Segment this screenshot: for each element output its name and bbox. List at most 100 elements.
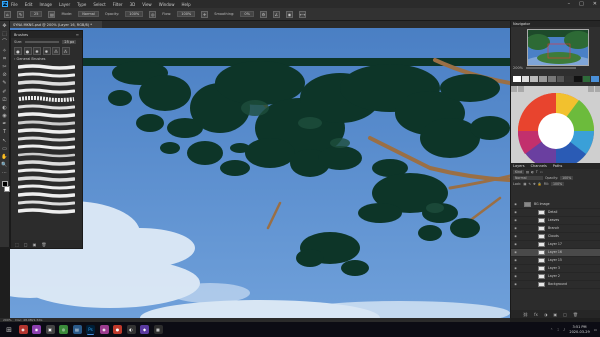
filter-pixel-icon[interactable]: ▨ <box>526 170 529 174</box>
gradient-tool-icon[interactable]: ◉ <box>1 113 8 119</box>
brush-stroke-item[interactable] <box>17 72 76 78</box>
brush-stroke-item[interactable] <box>17 144 76 150</box>
document-tab[interactable]: SYNA MKNS.psd @ 200% (Layer 16, RGB/8) * <box>10 21 102 28</box>
opacity-input[interactable]: 100% <box>125 11 144 17</box>
brush-preset-4-icon[interactable]: ✺ <box>42 47 51 55</box>
layer-row[interactable]: ◉ Layer 16 <box>511 249 600 257</box>
slice-tool-icon[interactable]: ✂ <box>1 64 8 70</box>
layer-row[interactable]: ◉ Layer 17 <box>511 241 600 249</box>
layer-row[interactable]: ◉ Detail <box>511 209 600 217</box>
layer-filter-kind[interactable]: Kind <box>513 169 525 175</box>
close-icon[interactable]: ✕ <box>593 1 597 7</box>
type-tool-icon[interactable]: T <box>1 129 8 135</box>
network-icon[interactable]: ⌶ <box>557 328 559 332</box>
brush-preset-6-icon[interactable]: ⁂ <box>61 47 70 55</box>
new-brush-icon[interactable]: ▣ <box>33 242 37 247</box>
airbrush-icon[interactable]: ✈ <box>201 10 209 18</box>
visibility-eye-icon[interactable]: ◉ <box>513 250 518 254</box>
rectangle-tool-icon[interactable]: ▭ <box>1 146 8 152</box>
smoothing-settings-icon[interactable]: ⚙ <box>259 10 267 18</box>
menu-layer[interactable]: Layer <box>59 2 70 7</box>
taskbar-app-icon[interactable]: ▦ <box>153 325 163 334</box>
brush-stroke-item[interactable] <box>17 200 76 206</box>
blend-mode-select[interactable]: Normal <box>513 175 543 181</box>
brush-size-slider[interactable] <box>25 41 60 43</box>
taskbar-app-icon[interactable]: ◉ <box>99 325 109 334</box>
menu-file[interactable]: File <box>11 2 18 7</box>
new-group-icon[interactable]: ▣ <box>553 312 557 317</box>
visibility-eye-icon[interactable]: ◉ <box>513 282 518 286</box>
windows-start-icon[interactable]: ⊞ <box>4 325 14 335</box>
file-explorer-icon[interactable]: ▤ <box>72 325 82 334</box>
menu-type[interactable]: Type <box>77 2 86 7</box>
brush-preset-1-icon[interactable]: ● <box>14 47 22 55</box>
brush-preset-3-icon[interactable]: ✺ <box>33 47 41 55</box>
brush-stroke-item[interactable] <box>17 120 76 126</box>
visibility-eye-icon[interactable]: ◉ <box>513 202 518 206</box>
marquee-tool-icon[interactable]: ⬚ <box>1 31 8 37</box>
brush-stroke-item[interactable] <box>17 168 76 174</box>
mode-select[interactable]: Normal <box>78 11 99 17</box>
brush-tool-icon[interactable]: ✎ <box>17 10 24 18</box>
visibility-eye-icon[interactable]: ◉ <box>513 274 518 278</box>
delete-brush-icon[interactable]: 🗑 <box>41 242 46 247</box>
panel-menu-icon[interactable]: ≡ <box>76 32 79 37</box>
symmetry-icon[interactable]: ⟷ <box>298 10 306 18</box>
lasso-tool-icon[interactable]: ⌒ <box>1 39 8 45</box>
healing-tool-icon[interactable]: ⊘ <box>1 72 8 78</box>
brush-stroke-item[interactable] <box>17 88 76 94</box>
navigator-tab[interactable]: Navigator <box>511 21 600 27</box>
quick-select-tool-icon[interactable]: ✧ <box>1 48 8 54</box>
brush-stroke-item[interactable] <box>17 208 76 214</box>
maximize-icon[interactable]: □ <box>579 1 584 7</box>
angle-icon[interactable]: ∠ <box>272 10 280 18</box>
delete-layer-icon[interactable]: 🗑 <box>573 312 578 317</box>
brush-stroke-item[interactable] <box>17 128 76 134</box>
crop-tool-icon[interactable]: ⌗ <box>1 56 8 62</box>
menu-select[interactable]: Select <box>93 2 105 7</box>
brush-stroke-item[interactable] <box>17 136 76 142</box>
taskbar-app-icon[interactable]: ● <box>113 325 122 334</box>
new-group-icon[interactable]: □ <box>24 242 28 247</box>
brush-settings-icon[interactable]: ▤ <box>48 10 56 18</box>
adjustment-layer-icon[interactable]: ◑ <box>544 312 548 317</box>
swatches-strip[interactable] <box>513 76 600 84</box>
eraser-tool-icon[interactable]: ◐ <box>1 105 8 111</box>
menu-edit[interactable]: Edit <box>25 2 33 7</box>
link-layers-icon[interactable]: ⛓ <box>523 312 528 317</box>
taskbar-app-icon[interactable]: ◉ <box>18 325 28 334</box>
brush-stroke-item[interactable] <box>17 152 76 158</box>
navigator-preview[interactable] <box>527 29 589 66</box>
filter-shape-icon[interactable]: ▭ <box>540 170 543 174</box>
layer-opacity-input[interactable]: 100% <box>560 175 574 181</box>
visibility-eye-icon[interactable]: ◉ <box>513 226 518 230</box>
filter-type-icon[interactable]: T <box>536 170 538 174</box>
menu-view[interactable]: View <box>142 2 152 7</box>
steam-icon[interactable]: ◐ <box>126 325 136 334</box>
smoothing-input[interactable]: 0% <box>240 11 254 17</box>
move-tool-icon[interactable]: ✥ <box>1 23 8 29</box>
layer-row[interactable]: ◉ Layer 15 <box>511 257 600 265</box>
visibility-eye-icon[interactable]: ◉ <box>513 242 518 246</box>
pen-tool-icon[interactable]: ✒ <box>1 121 8 127</box>
visibility-eye-icon[interactable]: ◉ <box>513 210 518 214</box>
layer-row[interactable]: ◉ Background <box>511 281 600 289</box>
brush-stroke-item[interactable] <box>17 104 76 110</box>
visibility-eye-icon[interactable]: ◉ <box>513 266 518 270</box>
lock-all-icon[interactable]: 🔒 <box>538 182 542 186</box>
layer-row[interactable]: ◉ Branch <box>511 225 600 233</box>
tab-paths[interactable]: Paths <box>553 164 563 168</box>
layer-row[interactable]: ◉ BG Image <box>511 201 600 209</box>
brush-preset-2-icon[interactable]: ● <box>23 47 32 55</box>
visibility-eye-icon[interactable]: ◉ <box>513 218 518 222</box>
pressure-size-icon[interactable]: ◉ <box>285 10 293 18</box>
taskbar-app-icon[interactable]: ▣ <box>45 325 55 334</box>
minimize-icon[interactable]: – <box>568 1 571 7</box>
visibility-eye-icon[interactable]: ◉ <box>513 258 518 262</box>
flow-input[interactable]: 100% <box>177 11 196 17</box>
layer-row[interactable]: ◉ Layer 2 <box>511 273 600 281</box>
tab-channels[interactable]: Channels <box>531 164 547 168</box>
more-tools-icon[interactable]: ⋯ <box>1 170 8 176</box>
menu-help[interactable]: Help <box>181 2 190 7</box>
layer-row[interactable]: ◉ Layer 3 <box>511 265 600 273</box>
